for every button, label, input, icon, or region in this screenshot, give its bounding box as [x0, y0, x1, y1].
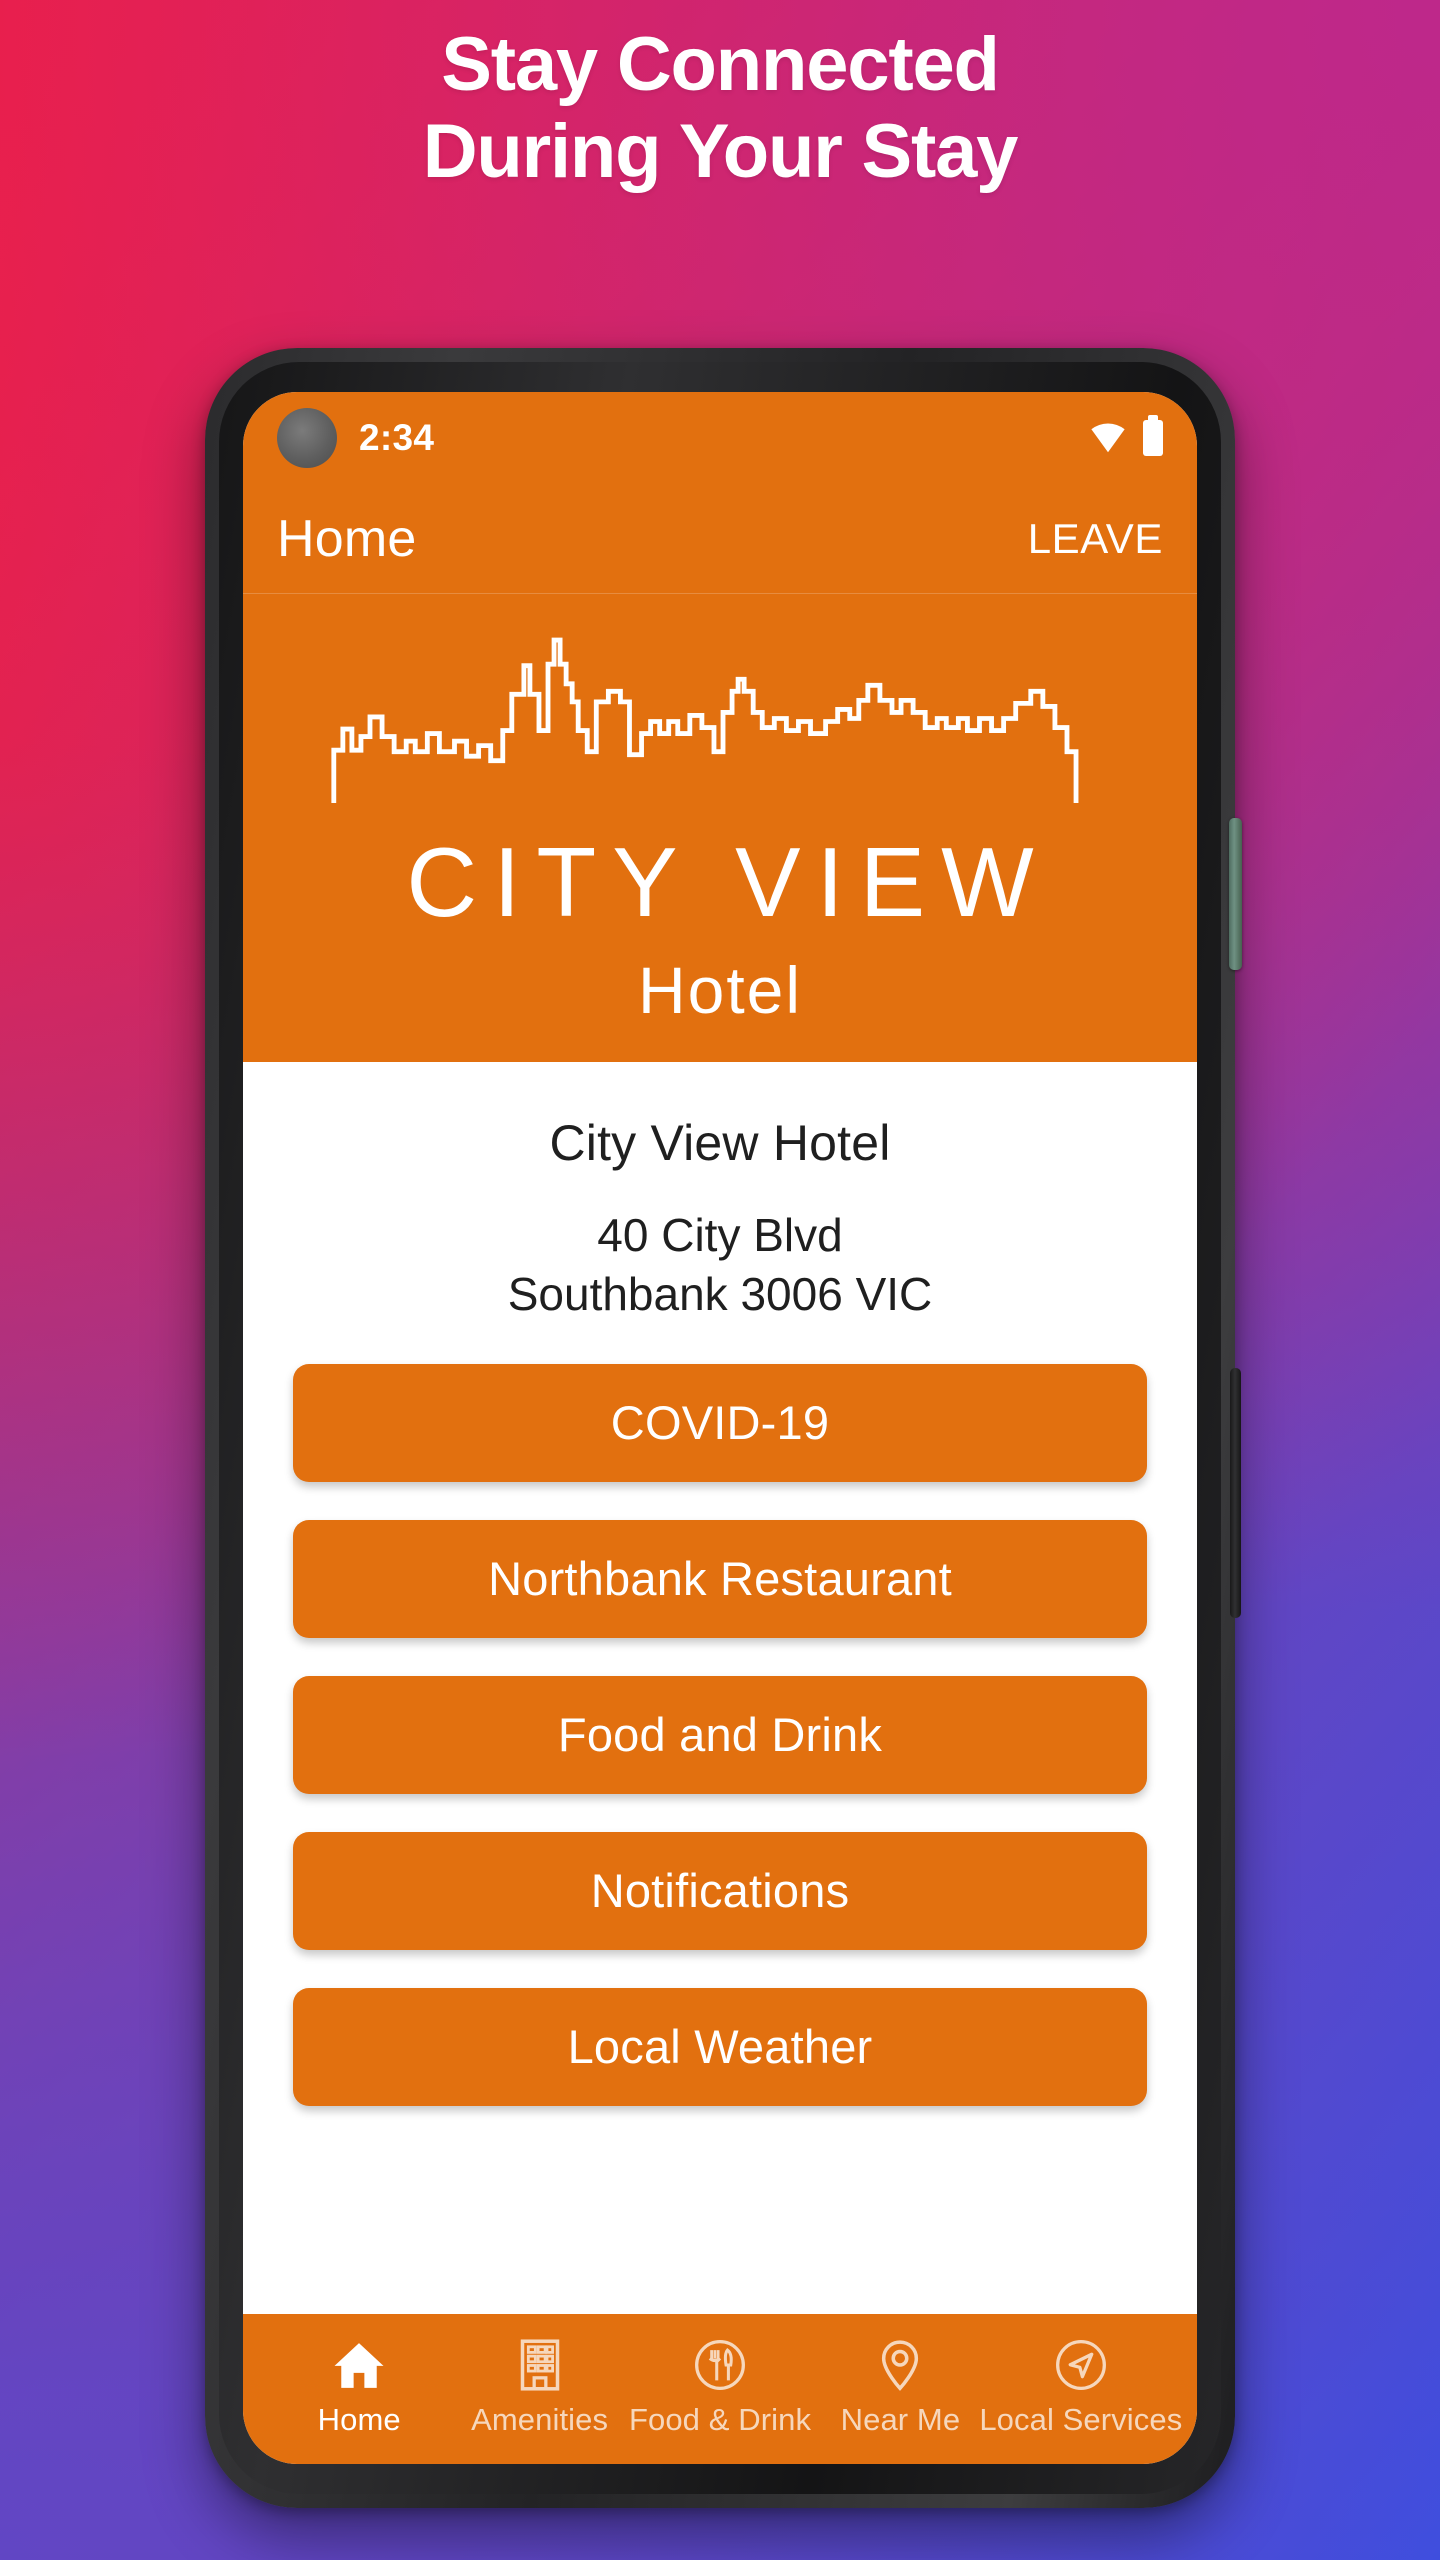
power-button[interactable]	[1229, 818, 1242, 970]
hotel-address-line2: Southbank 3006 VIC	[507, 1267, 933, 1320]
food-and-drink-button[interactable]: Food and Drink	[293, 1675, 1147, 1794]
city-skyline-icon	[331, 637, 1079, 803]
hotel-address: 40 City Blvd Southbank 3006 VIC	[243, 1206, 1197, 1324]
nav-item-amenities[interactable]: Amenities	[449, 2337, 629, 2438]
wifi-icon	[1091, 423, 1125, 453]
building-icon	[520, 2338, 559, 2391]
map-pin-icon	[882, 2339, 919, 2391]
page-title: Home	[277, 509, 417, 568]
leave-button[interactable]: LEAVE	[1028, 515, 1163, 563]
main-content: City View Hotel 40 City Blvd Southbank 3…	[243, 1061, 1197, 2314]
nav-label-local-services: Local Services	[979, 2401, 1183, 2437]
front-camera-icon	[277, 408, 337, 468]
nav-label-amenities: Amenities	[471, 2401, 609, 2437]
home-icon	[334, 2342, 384, 2388]
nav-item-home[interactable]: Home	[269, 2337, 449, 2438]
status-bar-icons	[1089, 415, 1163, 456]
nav-label-home: Home	[317, 2401, 401, 2437]
promo-headline-line1: Stay Connected	[441, 22, 1000, 107]
hotel-name: City View Hotel	[549, 1114, 891, 1171]
hotel-logo-title: CITY VIEW	[406, 827, 1050, 937]
hotel-address-line1: 40 City Blvd	[597, 1208, 843, 1261]
local-weather-button[interactable]: Local Weather	[293, 1987, 1147, 2106]
nav-label-food-and-drink: Food & Drink	[628, 2401, 812, 2437]
nav-label-near-me: Near Me	[840, 2401, 961, 2437]
phone-mockup: 2:34 Home LEAVE CITY VIEW Hotel City Vie…	[205, 348, 1242, 2508]
app-bar: Home LEAVE	[243, 484, 1197, 594]
status-bar: 2:34	[243, 392, 1197, 484]
promo-headline: Stay Connected During Your Stay	[0, 22, 1440, 195]
northbank-restaurant-button[interactable]: Northbank Restaurant	[293, 1519, 1147, 1638]
cutlery-circle-icon	[695, 2339, 745, 2390]
menu-button-list: COVID-19 Northbank Restaurant Food and D…	[243, 1363, 1197, 2106]
phone-screen: 2:34 Home LEAVE CITY VIEW Hotel City Vie…	[243, 392, 1197, 2464]
notifications-button[interactable]: Notifications	[293, 1831, 1147, 1950]
nav-item-near-me[interactable]: Near Me	[810, 2337, 990, 2438]
bottom-navigation-bar: Home Amenities Food & Drink Near Me Loca…	[243, 2314, 1197, 2464]
covid-19-button[interactable]: COVID-19	[293, 1363, 1147, 1482]
nav-item-local-services[interactable]: Local Services	[979, 2337, 1182, 2438]
status-bar-clock: 2:34	[359, 417, 435, 458]
hotel-logo-subtitle: Hotel	[637, 952, 803, 1027]
battery-icon	[1143, 415, 1163, 456]
promo-headline-line2: During Your Stay	[422, 108, 1019, 194]
hotel-logo-banner: CITY VIEW Hotel	[243, 594, 1197, 1062]
navigation-arrow-circle-icon	[1055, 2339, 1106, 2390]
nav-item-food-and-drink[interactable]: Food & Drink	[628, 2337, 812, 2438]
volume-rocker-button[interactable]	[1230, 1368, 1241, 1618]
